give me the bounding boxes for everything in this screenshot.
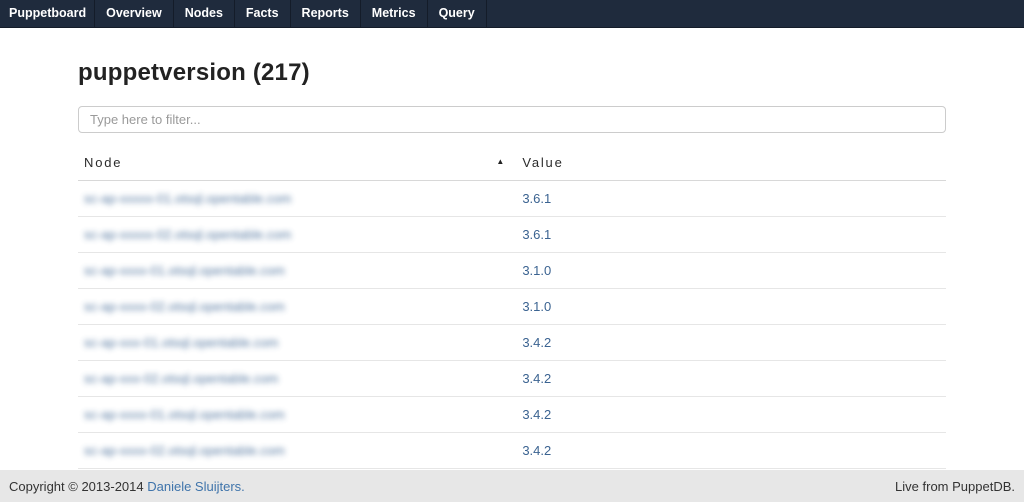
nav-link-metrics[interactable]: Metrics <box>361 0 427 27</box>
table-row: sc-ap-xxx-01.otsql.opentable.com 3.4.2 <box>78 325 946 361</box>
main-container: puppetversion (217) Node ▲ Value sc-ap-x… <box>78 59 946 502</box>
node-cell: sc-ap-xxxx-02.otsql.opentable.com <box>78 433 516 469</box>
value-cell: 3.6.1 <box>516 217 946 253</box>
nav-link-facts[interactable]: Facts <box>235 0 290 27</box>
copyright-text: Copyright © 2013-2014 Daniele Sluijters. <box>9 479 245 494</box>
nav-link-reports[interactable]: Reports <box>291 0 360 27</box>
value-link[interactable]: 3.1.0 <box>522 263 551 278</box>
author-link[interactable]: Daniele Sluijters. <box>147 479 245 494</box>
table-header-row: Node ▲ Value <box>78 150 946 181</box>
value-cell: 3.4.2 <box>516 433 946 469</box>
node-cell: sc-ap-xxxxx-02.otsql.opentable.com <box>78 217 516 253</box>
brand-puppetboard[interactable]: Puppetboard <box>0 0 95 27</box>
sort-asc-icon: ▲ <box>496 157 504 166</box>
nav-link-query[interactable]: Query <box>428 0 486 27</box>
node-cell: sc-ap-xxxx-02.otsql.opentable.com <box>78 289 516 325</box>
node-cell: sc-ap-xxx-01.otsql.opentable.com <box>78 325 516 361</box>
nav-item-query: Query <box>428 0 487 27</box>
nav-item-reports: Reports <box>291 0 361 27</box>
table-row: sc-ap-xxxxx-02.otsql.opentable.com 3.6.1 <box>78 217 946 253</box>
node-column-label: Node <box>84 155 122 170</box>
nav-item-overview: Overview <box>95 0 174 27</box>
nav-link-nodes[interactable]: Nodes <box>174 0 234 27</box>
node-link[interactable]: sc-ap-xxxx-02.otsql.opentable.com <box>84 299 285 314</box>
column-header-node[interactable]: Node ▲ <box>78 150 516 181</box>
value-link[interactable]: 3.6.1 <box>522 227 551 242</box>
value-column-label: Value <box>522 155 563 170</box>
filter-input[interactable] <box>78 106 946 133</box>
table-row: sc-ap-xxxxx-01.otsql.opentable.com 3.6.1 <box>78 181 946 217</box>
node-cell: sc-ap-xxx-02.otsql.opentable.com <box>78 361 516 397</box>
table-row: sc-ap-xxx-02.otsql.opentable.com 3.4.2 <box>78 361 946 397</box>
table-row: sc-ap-xxxx-02.otsql.opentable.com 3.4.2 <box>78 433 946 469</box>
node-link[interactable]: sc-ap-xxxx-01.otsql.opentable.com <box>84 407 285 422</box>
node-link[interactable]: sc-ap-xxxxx-02.otsql.opentable.com <box>84 227 291 242</box>
node-link[interactable]: sc-ap-xxxxx-01.otsql.opentable.com <box>84 191 291 206</box>
nav-link-overview[interactable]: Overview <box>95 0 173 27</box>
value-link[interactable]: 3.4.2 <box>522 371 551 386</box>
node-cell: sc-ap-xxxx-01.otsql.opentable.com <box>78 397 516 433</box>
value-cell: 3.1.0 <box>516 289 946 325</box>
node-cell: sc-ap-xxxxx-01.otsql.opentable.com <box>78 181 516 217</box>
value-link[interactable]: 3.6.1 <box>522 191 551 206</box>
table-row: sc-ap-xxxx-01.otsql.opentable.com 3.1.0 <box>78 253 946 289</box>
footer: Copyright © 2013-2014 Daniele Sluijters.… <box>0 470 1024 502</box>
puppetdb-status: Live from PuppetDB. <box>895 479 1015 494</box>
table-row: sc-ap-xxxx-02.otsql.opentable.com 3.1.0 <box>78 289 946 325</box>
node-link[interactable]: sc-ap-xxx-02.otsql.opentable.com <box>84 371 278 386</box>
page-title: puppetversion (217) <box>78 59 946 87</box>
top-navbar: Puppetboard OverviewNodesFactsReportsMet… <box>0 0 1024 28</box>
node-link[interactable]: sc-ap-xxxx-01.otsql.opentable.com <box>84 263 285 278</box>
value-link[interactable]: 3.4.2 <box>522 335 551 350</box>
nav-item-metrics: Metrics <box>361 0 428 27</box>
nav-item-facts: Facts <box>235 0 291 27</box>
node-cell: sc-ap-xxxx-01.otsql.opentable.com <box>78 253 516 289</box>
value-cell: 3.6.1 <box>516 181 946 217</box>
node-link[interactable]: sc-ap-xxx-01.otsql.opentable.com <box>84 335 278 350</box>
value-link[interactable]: 3.1.0 <box>522 299 551 314</box>
value-link[interactable]: 3.4.2 <box>522 443 551 458</box>
node-link[interactable]: sc-ap-xxxx-02.otsql.opentable.com <box>84 443 285 458</box>
nav-menu: OverviewNodesFactsReportsMetricsQuery <box>95 0 487 27</box>
table-row: sc-ap-xxxx-01.otsql.opentable.com 3.4.2 <box>78 397 946 433</box>
value-cell: 3.1.0 <box>516 253 946 289</box>
value-cell: 3.4.2 <box>516 325 946 361</box>
value-link[interactable]: 3.4.2 <box>522 407 551 422</box>
value-cell: 3.4.2 <box>516 361 946 397</box>
value-cell: 3.4.2 <box>516 397 946 433</box>
nav-item-nodes: Nodes <box>174 0 235 27</box>
column-header-value[interactable]: Value <box>516 150 946 181</box>
facts-table: Node ▲ Value sc-ap-xxxxx-01.otsql.openta… <box>78 150 946 502</box>
copyright-prefix: Copyright © 2013-2014 <box>9 479 147 494</box>
